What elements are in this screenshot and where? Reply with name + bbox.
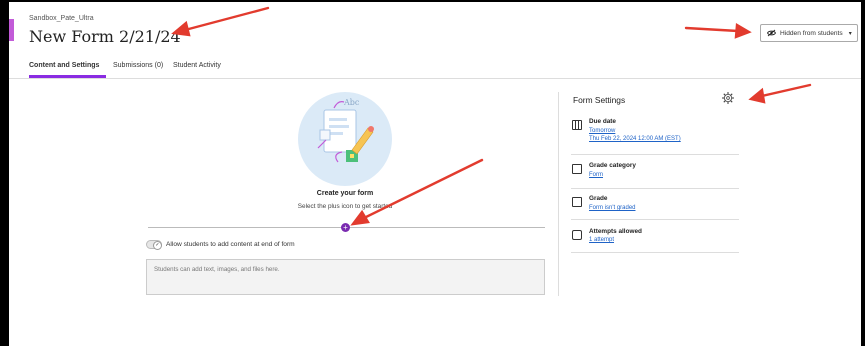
annotation-arrow-settings xyxy=(760,83,812,98)
annotation-arrow-visibility xyxy=(684,26,740,33)
annotation-arrowhead-visibility xyxy=(734,23,752,39)
annotation-arrow-plus xyxy=(362,158,484,220)
annotation-arrowhead-plus xyxy=(350,209,370,226)
annotation-arrowhead-title xyxy=(171,20,191,37)
annotation-arrows xyxy=(171,6,812,226)
annotation-arrowhead-settings xyxy=(748,87,766,104)
annotation-arrow-title xyxy=(183,6,270,32)
